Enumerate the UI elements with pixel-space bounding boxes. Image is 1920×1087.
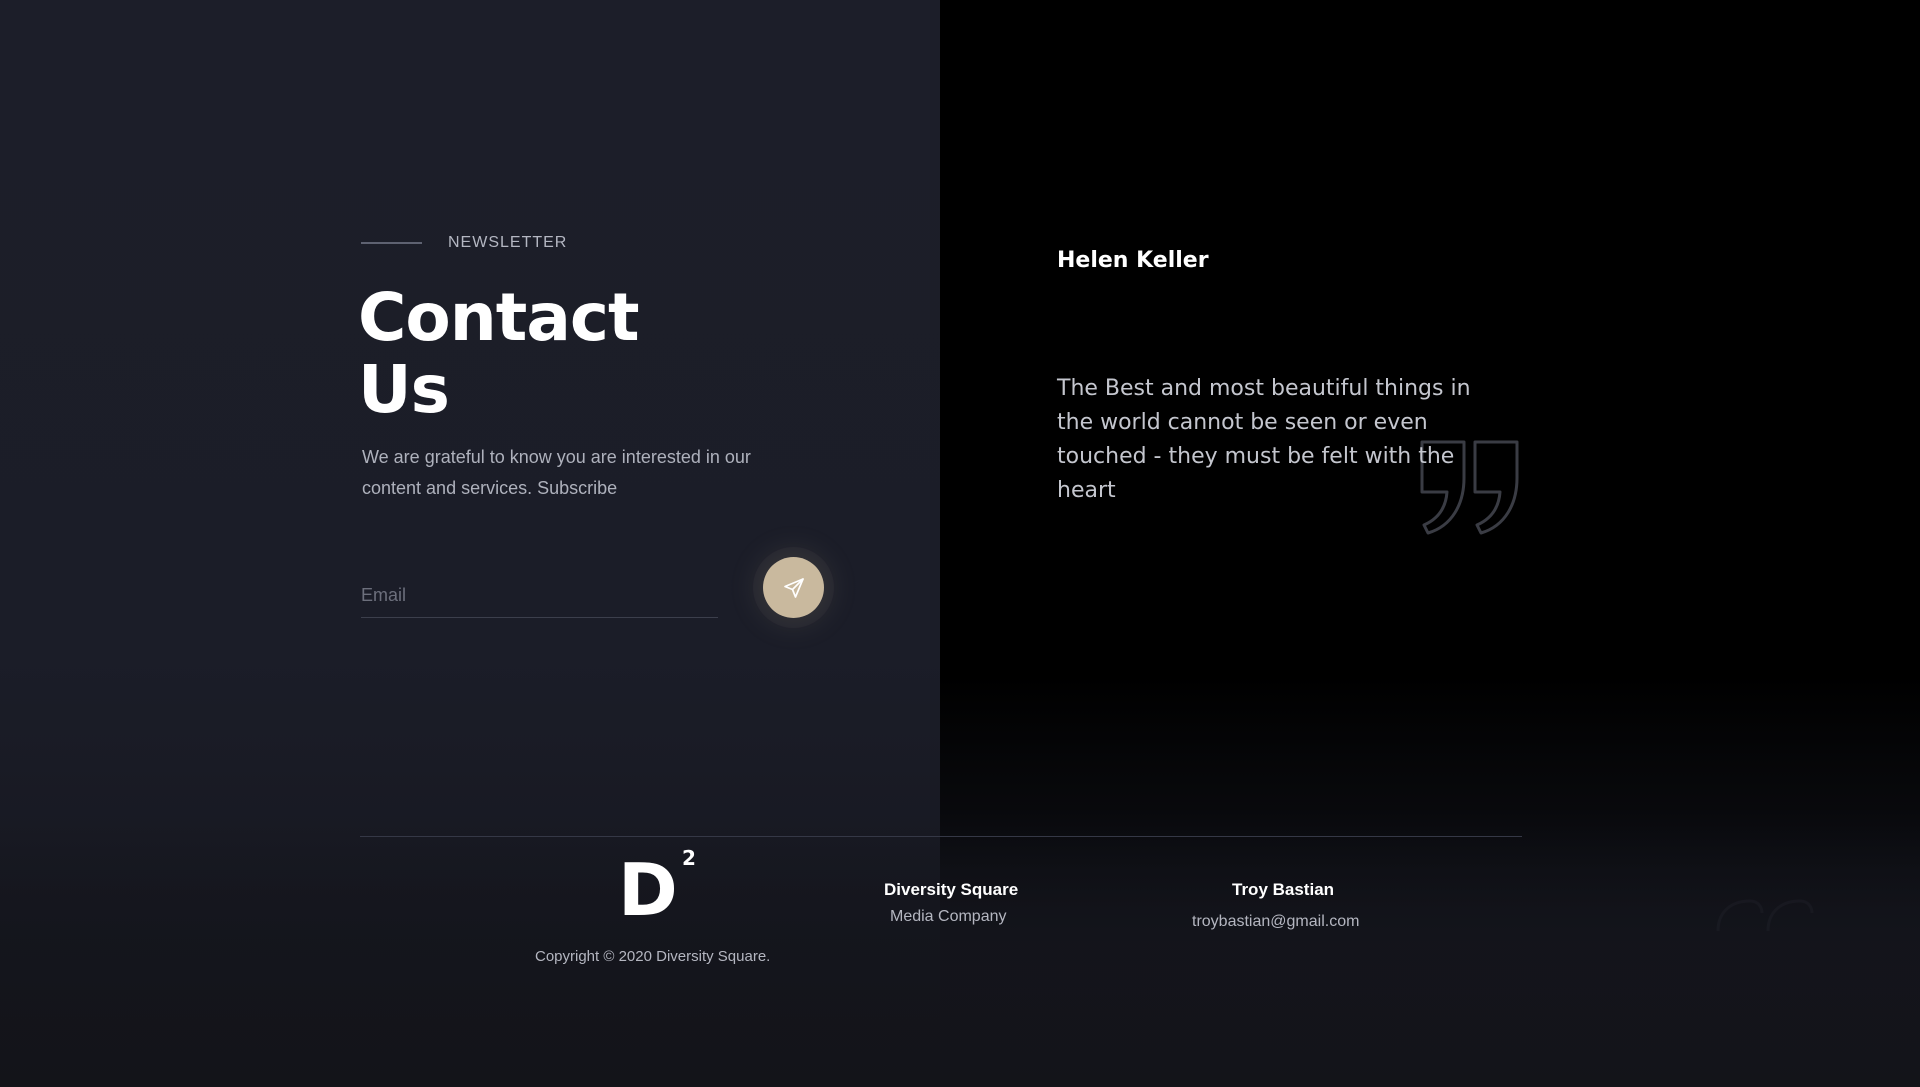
paper-plane-icon (783, 577, 804, 598)
contact-email-link[interactable]: troybastian@gmail.com (1192, 913, 1359, 931)
logo-letter: D (618, 848, 678, 932)
page-title: Contact Us (358, 282, 718, 426)
eyebrow-divider (361, 242, 422, 244)
quote-author: Helen Keller (1057, 248, 1209, 273)
page-title-line1: Contact (358, 279, 640, 356)
footer-divider (360, 836, 1522, 837)
newsletter-description: We are grateful to know you are interest… (362, 447, 751, 498)
subscribe-button[interactable] (763, 557, 824, 618)
copyright-text: Copyright © 2020 Diversity Square. (535, 948, 771, 965)
email-field-wrapper (361, 574, 718, 618)
footer-background (0, 820, 1920, 1087)
logo-superscript: 2 (682, 846, 696, 870)
company-tagline: Media Company (890, 908, 1007, 925)
faded-quote-icon (1716, 899, 1814, 932)
page-title-line2: Us (358, 351, 450, 428)
eyebrow-label: NEWSLETTER (448, 234, 568, 251)
company-name: Diversity Square (884, 880, 1019, 899)
quote-text: The Best and most beautiful things in th… (1057, 376, 1471, 503)
email-field[interactable] (361, 574, 718, 618)
newsletter-eyebrow: NEWSLETTER (361, 234, 567, 252)
brand-logo[interactable]: D 2 (618, 848, 698, 926)
contact-name: Troy Bastian (1232, 880, 1335, 899)
